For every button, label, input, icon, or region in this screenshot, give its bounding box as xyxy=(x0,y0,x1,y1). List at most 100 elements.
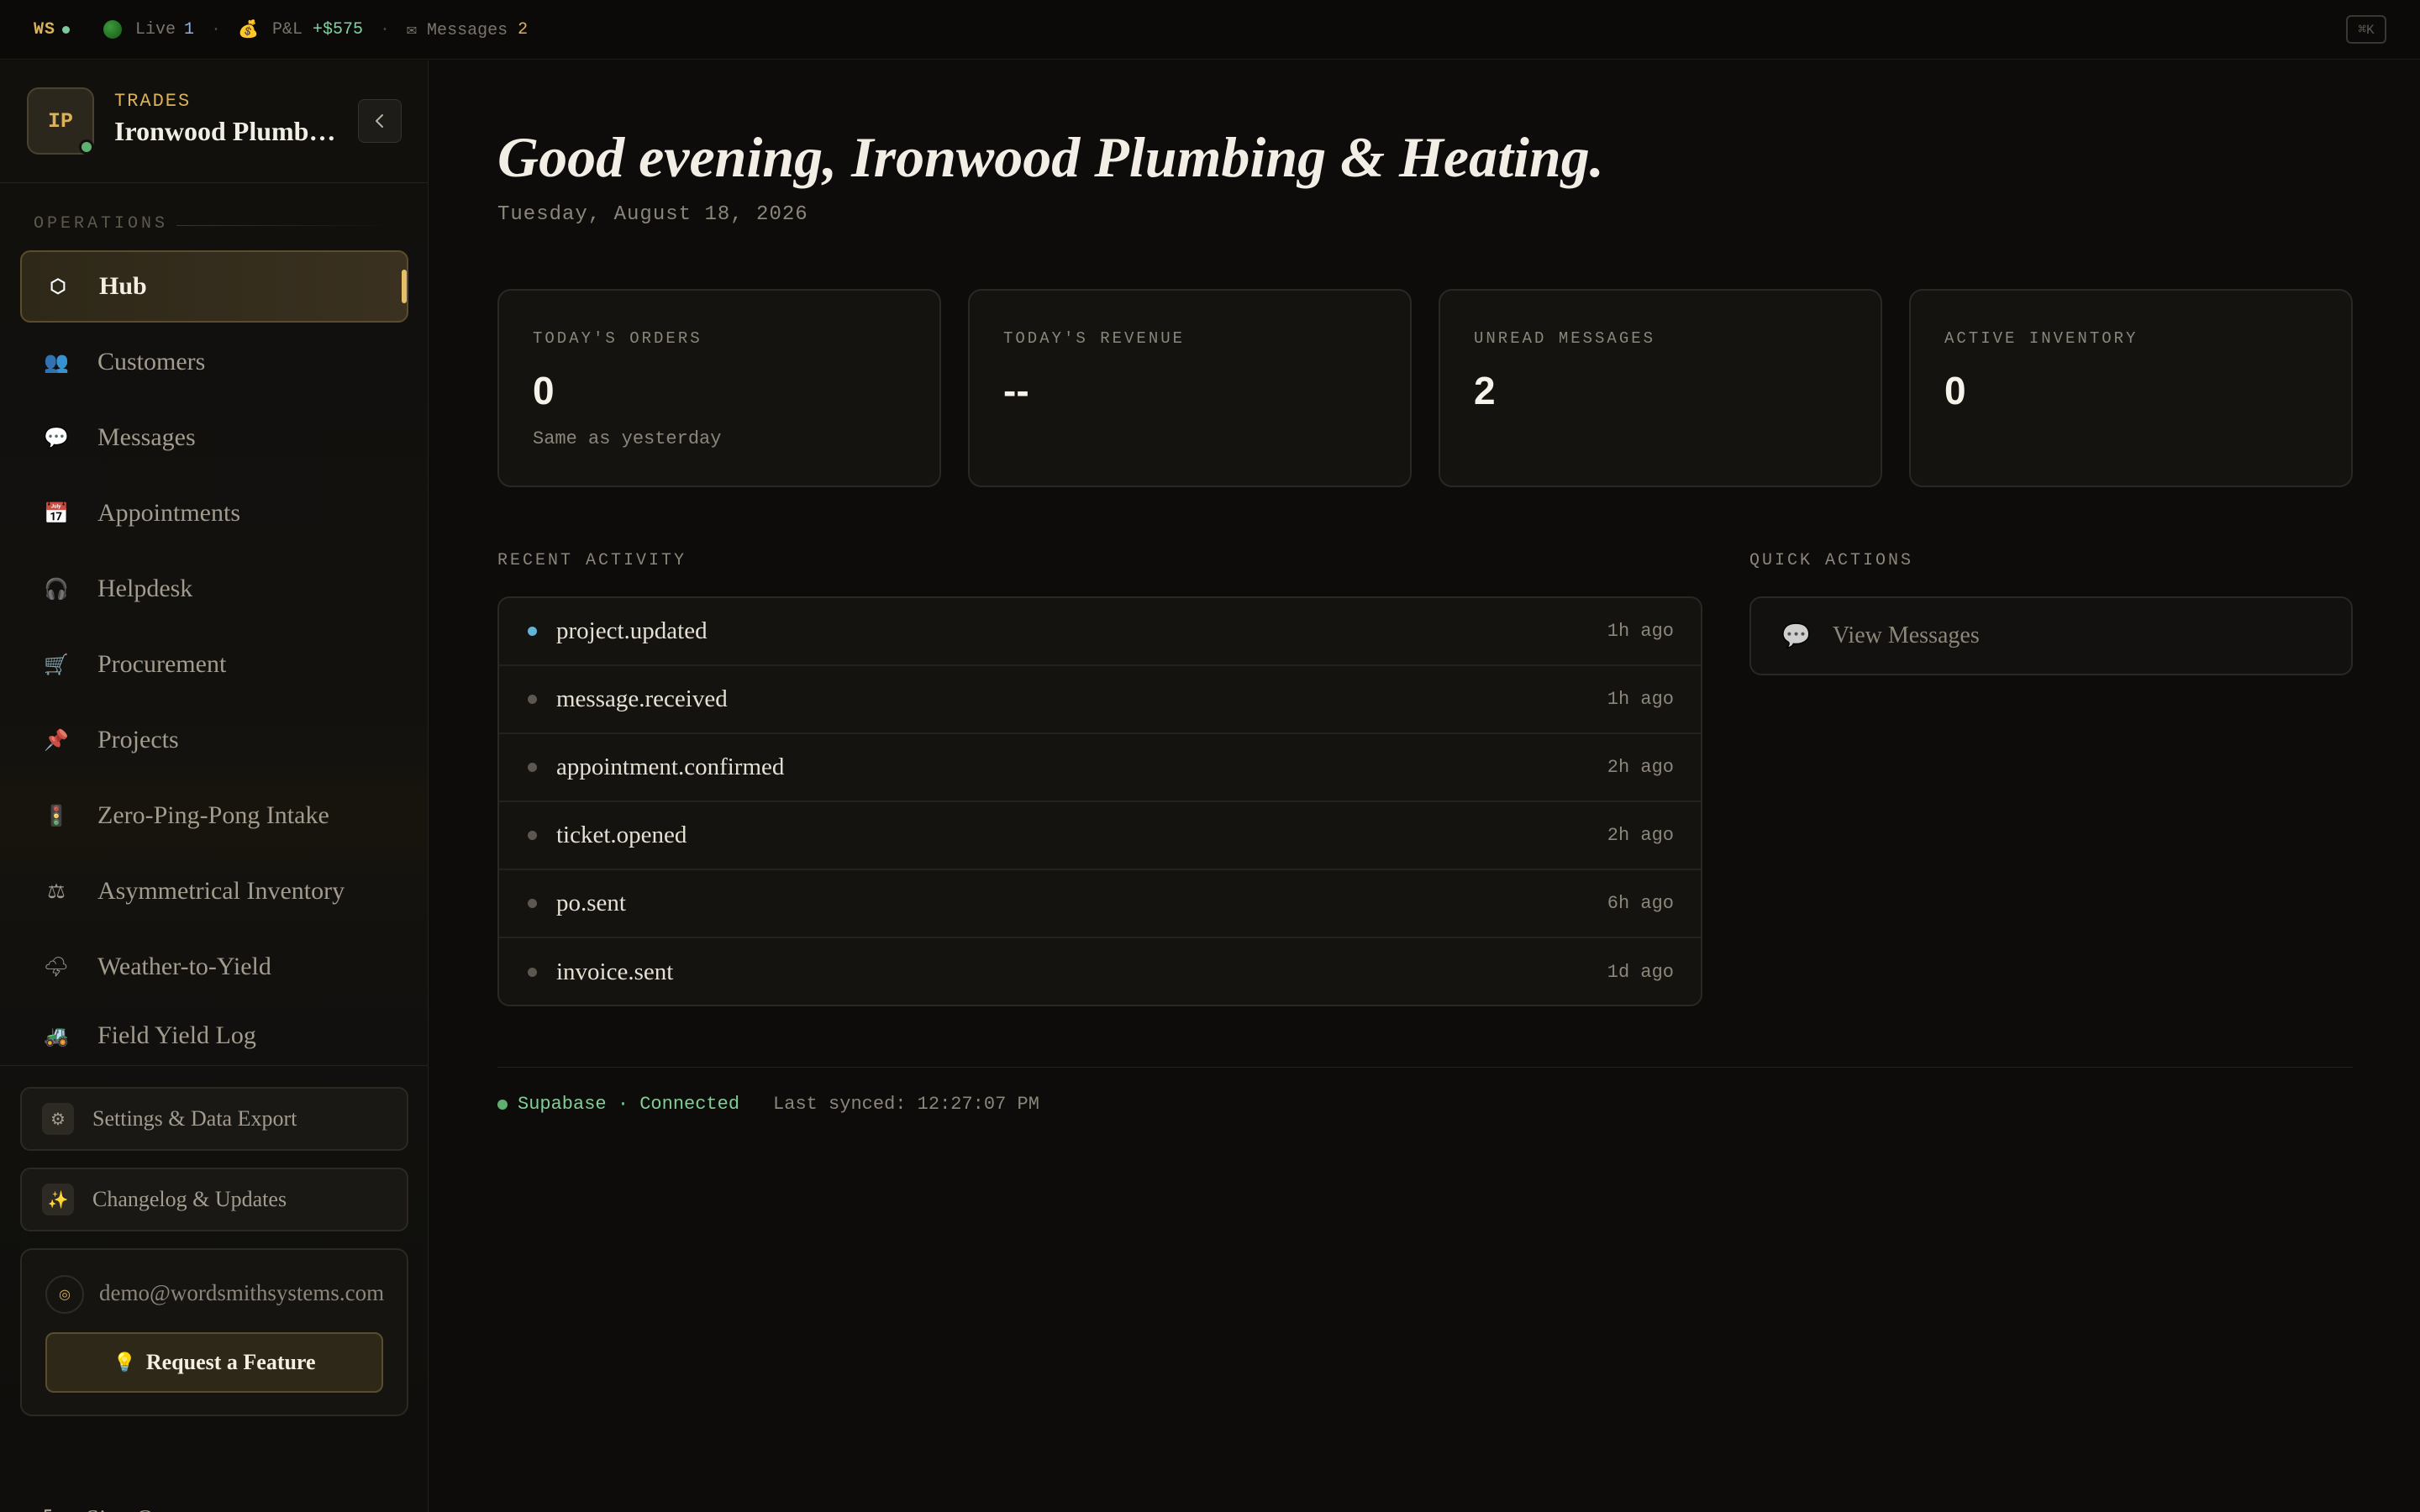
footer-divider xyxy=(497,1067,2353,1068)
separator: · xyxy=(380,19,391,39)
sidebar-item-label: Asymmetrical Inventory xyxy=(97,877,345,905)
sidebar-item-label: Weather-to-Yield xyxy=(97,953,271,980)
activity-dot xyxy=(528,695,537,704)
stat-card-revenue: TODAY'S REVENUE -- xyxy=(968,289,1412,487)
stat-label: TODAY'S ORDERS xyxy=(533,329,702,348)
request-feature-button[interactable]: 💡 Request a Feature xyxy=(45,1332,383,1393)
quick-action-view-messages[interactable]: 💬 View Messages xyxy=(1749,596,2353,675)
activity-time: 6h ago xyxy=(1607,893,1674,914)
stat-value: 0 xyxy=(1944,369,1966,412)
sidebar: IP TRADES Ironwood Plumbing & Heating OP… xyxy=(0,60,429,1512)
activity-row[interactable]: project.updated 1h ago xyxy=(499,598,1701,666)
sidebar-item-label: Projects xyxy=(97,726,179,753)
sidebar-item-weather-to-yield[interactable]: 🌩 Weather-to-Yield xyxy=(20,931,408,1003)
activity-event: project.updated xyxy=(556,617,708,644)
sign-out-button[interactable]: Sign Out xyxy=(40,1505,173,1512)
activity-dot xyxy=(528,831,537,840)
sidebar-item-appointments[interactable]: 📅 Appointments xyxy=(20,477,408,549)
workspace-header: IP TRADES Ironwood Plumbing & Heating xyxy=(0,60,429,183)
storm-cloud-icon: 🌩 xyxy=(43,956,70,979)
stat-subtext: Same as yesterday xyxy=(533,428,722,449)
workspace-status-dot xyxy=(79,139,94,155)
changelog-label: Changelog & Updates xyxy=(92,1187,287,1211)
activity-row[interactable]: po.sent 6h ago xyxy=(499,870,1701,938)
settings-export-label: Settings & Data Export xyxy=(92,1106,297,1131)
messages-label[interactable]: ✉ Messages xyxy=(407,18,508,40)
workspace-name[interactable]: Ironwood Plumbing & Heating xyxy=(114,116,341,147)
pnl-value: +$575 xyxy=(312,19,363,39)
sidebar-item-messages[interactable]: 💬 Messages xyxy=(20,402,408,474)
pnl-label: P&L xyxy=(271,19,302,39)
activity-dot xyxy=(528,899,537,908)
sidebar-item-label: Procurement xyxy=(97,650,227,678)
sidebar-item-label: Customers xyxy=(97,348,206,375)
activity-row[interactable]: appointment.confirmed 2h ago xyxy=(499,734,1701,802)
traffic-light-icon: 🚦 xyxy=(44,805,69,827)
sidebar-item-helpdesk[interactable]: 🎧 Helpdesk xyxy=(20,553,408,625)
sparkles-icon: ✨ xyxy=(42,1184,74,1215)
hexagon-icon: ⬡ xyxy=(50,276,66,297)
sidebar-item-asymmetrical-inventory[interactable]: ⚖ Asymmetrical Inventory xyxy=(20,855,408,927)
user-profile-icon: ◎ xyxy=(45,1275,84,1314)
quick-actions-heading: QUICK ACTIONS xyxy=(1749,551,1914,570)
stat-card-active-inventory: ACTIVE INVENTORY 0 xyxy=(1909,289,2353,487)
stat-value: -- xyxy=(1003,369,1029,412)
speech-bubble-icon: 💬 xyxy=(44,427,69,449)
activity-time: 2h ago xyxy=(1607,825,1674,846)
sidebar-item-projects[interactable]: 📌 Projects xyxy=(20,704,408,776)
activity-time: 2h ago xyxy=(1607,757,1674,778)
live-orb-icon xyxy=(103,20,123,39)
activity-dot xyxy=(528,968,537,977)
sidebar-item-customers[interactable]: 👥 Customers xyxy=(20,326,408,398)
brand-logo[interactable]: WS xyxy=(34,20,55,39)
stat-label: ACTIVE INVENTORY xyxy=(1944,329,2139,348)
lightbulb-icon: 💡 xyxy=(113,1352,136,1373)
db-status-text: Supabase · Connected xyxy=(518,1094,740,1115)
sidebar-item-label: Zero-Ping-Pong Intake xyxy=(97,801,329,829)
tractor-icon: 🚜 xyxy=(44,1025,69,1047)
activity-event: message.received xyxy=(556,685,728,712)
recent-activity-heading: RECENT ACTIVITY xyxy=(497,551,687,570)
sidebar-item-label: Appointments xyxy=(97,499,240,527)
calendar-icon: 📅 xyxy=(44,502,69,525)
scales-icon: ⚖ xyxy=(47,880,66,903)
connected-dot xyxy=(497,1099,508,1110)
speech-bubble-icon: 💬 xyxy=(1781,623,1811,649)
sidebar-item-label: Helpdesk xyxy=(97,575,193,602)
activity-event: appointment.confirmed xyxy=(556,753,785,780)
new-activity-dot xyxy=(528,627,537,636)
workspace-type: TRADES xyxy=(114,91,192,112)
sign-out-icon xyxy=(44,1509,51,1512)
sidebar-item-procurement[interactable]: 🛒 Procurement xyxy=(20,628,408,701)
sidebar-item-zero-ping-pong-intake[interactable]: 🚦 Zero-Ping-Pong Intake xyxy=(20,780,408,852)
live-count: 1 xyxy=(184,19,195,39)
sidebar-item-label: Messages xyxy=(97,423,196,451)
section-divider xyxy=(176,225,395,226)
sidebar-item-field-yield-log[interactable]: 🚜 Field Yield Log xyxy=(20,1006,408,1065)
stat-label: TODAY'S REVENUE xyxy=(1003,329,1186,348)
activity-row[interactable]: invoice.sent 1d ago xyxy=(499,938,1701,1005)
sidebar-item-label: Field Yield Log xyxy=(97,1021,256,1049)
changelog-button[interactable]: ✨ Changelog & Updates xyxy=(20,1168,408,1231)
money-bag-icon: 💰 xyxy=(238,21,259,40)
recent-activity-list: project.updated 1h ago message.received … xyxy=(497,596,1702,1006)
messages-count[interactable]: 2 xyxy=(518,20,528,39)
activity-dot xyxy=(528,763,537,772)
activity-event: ticket.opened xyxy=(556,822,687,848)
stat-label: UNREAD MESSAGES xyxy=(1474,329,1656,348)
stat-value: 2 xyxy=(1474,369,1496,412)
top-status-bar: WS Live 1 · 💰 P&L +$575 · ✉ Messages 2 ⌘… xyxy=(0,0,2420,60)
quick-action-label: View Messages xyxy=(1832,622,1980,648)
last-synced: Last synced: 12:27:07 PM xyxy=(773,1094,1039,1115)
request-feature-label: Request a Feature xyxy=(145,1350,316,1374)
command-palette-shortcut[interactable]: ⌘K xyxy=(2346,15,2386,44)
sign-out-label: Sign Out xyxy=(86,1505,173,1512)
activity-row[interactable]: ticket.opened 2h ago xyxy=(499,802,1701,870)
settings-export-button[interactable]: ⚙ Settings & Data Export xyxy=(20,1087,408,1151)
activity-event: invoice.sent xyxy=(556,958,674,985)
activity-row[interactable]: message.received 1h ago xyxy=(499,666,1701,734)
collapse-sidebar-button[interactable] xyxy=(358,99,402,143)
separator: · xyxy=(211,19,222,39)
sidebar-item-hub[interactable]: ⬡ Hub xyxy=(20,250,408,323)
activity-time: 1h ago xyxy=(1607,689,1674,710)
